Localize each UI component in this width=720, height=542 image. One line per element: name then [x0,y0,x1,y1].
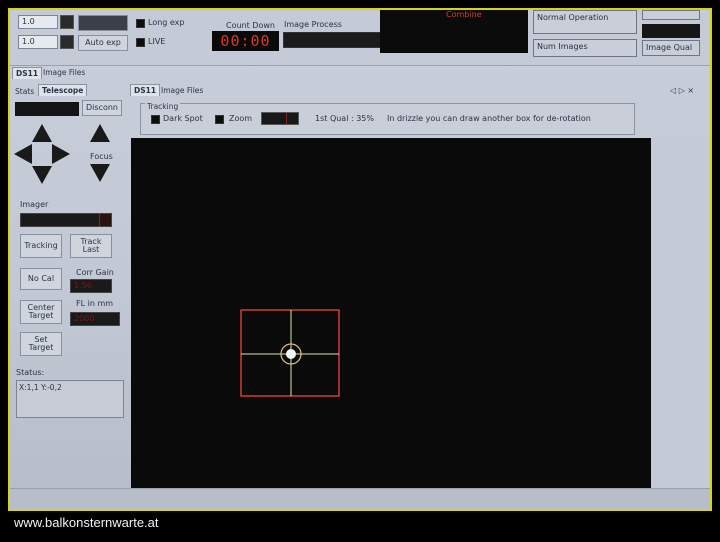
zoom-spinner-icon[interactable] [286,113,298,124]
num-images-field: Num Images [533,39,637,57]
countdown-timer: 00:00 [212,31,279,51]
dark-spot-label: Dark Spot [163,114,203,123]
operation-status: Normal Operation [533,10,637,34]
dark-spot-checkbox[interactable] [151,115,160,124]
photo-frame: 1.0 1.0 Auto exp Long exp LIVE Count Dow… [8,8,712,511]
tab-ds11[interactable]: DS11 [130,84,161,96]
corr-gain-label: Corr Gain [76,268,114,277]
top-toolbar: 1.0 1.0 Auto exp Long exp LIVE Count Dow… [10,10,710,66]
exposure-spinner-1[interactable] [60,15,74,29]
exposure-field-1[interactable]: 1.0 [18,15,58,29]
tab-stats[interactable]: Stats [12,86,37,97]
zoom-input[interactable] [261,112,299,125]
website-caption: www.balkonsternwarte.at [14,515,159,530]
center-target-button[interactable]: Center Target [20,300,62,324]
exposure-field-2[interactable]: 1.0 [18,35,58,49]
tab-image-files-outer[interactable]: Image Files [40,67,88,78]
image-process-label: Image Process [284,20,342,29]
image-process-field[interactable] [283,32,383,48]
tracking-reticle [240,309,340,397]
telescope-port-field[interactable] [15,102,79,116]
tab-image-files[interactable]: Image Files [158,85,206,96]
tracking-group: Tracking Dark Spot Zoom 1st Qual : 35% I… [140,102,635,135]
tracking-group-title: Tracking [145,102,181,111]
move-north-icon[interactable] [32,124,52,142]
imager-label: Imager [20,200,49,209]
tracking-image-view[interactable] [131,138,651,498]
guide-star [286,349,296,359]
drizzle-hint-text: In drizzle you can draw another box for … [387,114,591,123]
live-checkbox[interactable] [136,38,145,47]
image-side-strip [651,138,710,498]
image-qual-field: Image Qual [642,40,700,56]
move-south-icon[interactable] [32,166,52,184]
long-exp-label: Long exp [148,18,185,27]
tracking-button[interactable]: Tracking [20,234,62,258]
status-label: Status: [16,368,45,377]
long-exp-checkbox[interactable] [136,19,145,28]
top-right-box [642,10,700,20]
focus-in-icon[interactable] [90,124,110,142]
screen: 1.0 1.0 Auto exp Long exp LIVE Count Dow… [10,10,710,509]
bottom-bar [10,488,710,509]
combine-label: Combine [446,10,482,19]
disconnect-button[interactable]: Disconn [82,100,122,116]
live-label: LIVE [148,37,166,46]
start-button[interactable] [78,15,128,31]
status-value: X:1,1 Y:-0,2 [16,380,124,418]
focal-length-label: FL in mm [76,299,114,308]
move-east-icon[interactable] [52,144,70,164]
tab-nav-icons[interactable]: ◁ ▷ × [670,86,694,95]
set-target-button[interactable]: Set Target [20,332,62,356]
auto-exp-button[interactable]: Auto exp [78,35,128,51]
imager-select[interactable] [20,213,112,227]
first-quality-text: 1st Qual : 35% [315,114,374,123]
tab-ds11-outer[interactable]: DS11 [12,67,43,79]
exposure-spinner-2[interactable] [60,35,74,49]
no-cal-button[interactable]: No Cal [20,268,62,290]
focal-length-field[interactable]: 2000 [70,312,120,326]
corr-gain-field[interactable]: 1.56 [70,279,112,293]
zoom-checkbox[interactable] [215,115,224,124]
track-last-button[interactable]: Track Last [70,234,112,258]
move-west-icon[interactable] [14,144,32,164]
telescope-panel: Disconn Focus Imager Tracking Track Last… [12,100,126,500]
tab-telescope[interactable]: Telescope [38,84,88,96]
focus-out-icon[interactable] [90,164,110,182]
focus-label: Focus [90,152,113,161]
dark-status-strip [642,24,700,38]
imager-dropdown-icon[interactable] [99,214,111,226]
zoom-label: Zoom [229,114,253,123]
countdown-label: Count Down [226,21,275,30]
